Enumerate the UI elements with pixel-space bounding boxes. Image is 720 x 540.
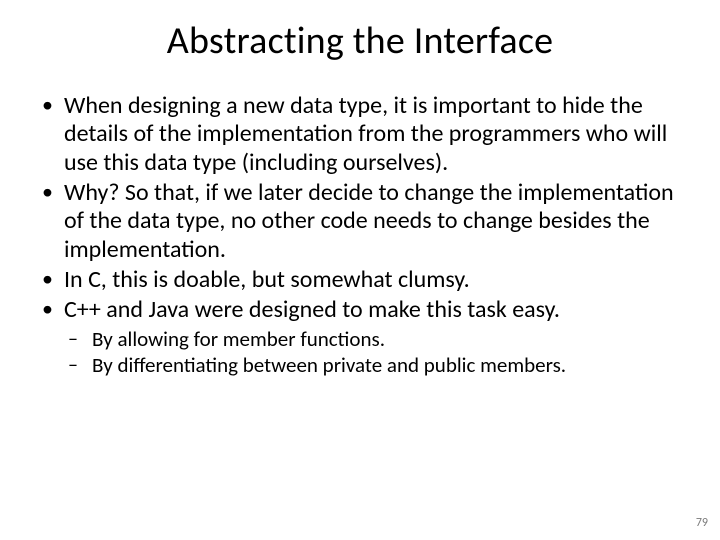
slide-title: Abstracting the Interface	[36, 18, 684, 64]
page-number: 79	[696, 516, 708, 530]
sub-bullet-item: By differentiating between private and p…	[36, 353, 684, 379]
bullet-item: C++ and Java were designed to make this …	[36, 296, 684, 324]
slide: Abstracting the Interface When designing…	[0, 0, 720, 540]
bullet-item: Why? So that, if we later decide to chan…	[36, 179, 684, 264]
sub-bullet-list: By allowing for member functions. By dif…	[36, 327, 684, 379]
bullet-item: In C, this is doable, but somewhat clums…	[36, 266, 684, 294]
bullet-list: When designing a new data type, it is im…	[36, 92, 684, 325]
sub-bullet-item: By allowing for member functions.	[36, 327, 684, 353]
bullet-item: When designing a new data type, it is im…	[36, 92, 684, 177]
